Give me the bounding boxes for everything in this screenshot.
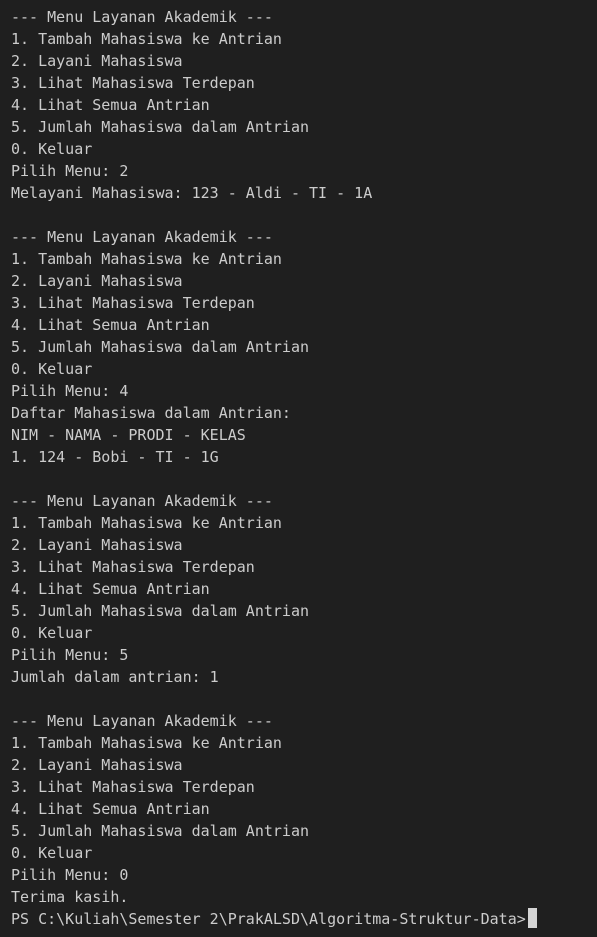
terminal-line: 4. Lihat Semua Antrian xyxy=(11,316,210,334)
cursor-icon xyxy=(527,908,537,928)
terminal-line: 4. Lihat Semua Antrian xyxy=(11,96,210,114)
terminal-line: --- Menu Layanan Akademik --- xyxy=(11,8,273,26)
terminal-line: 0. Keluar xyxy=(11,360,93,378)
terminal-line: 2. Layani Mahasiswa xyxy=(11,52,183,70)
terminal-line: 1. Tambah Mahasiswa ke Antrian xyxy=(11,250,282,268)
terminal-line: Jumlah dalam antrian: 1 xyxy=(11,668,219,686)
terminal-line: 5. Jumlah Mahasiswa dalam Antrian xyxy=(11,118,310,136)
terminal-line: Pilih Menu: 2 xyxy=(11,162,129,180)
terminal-line: Terima kasih. xyxy=(11,888,129,906)
terminal-line: Pilih Menu: 0 xyxy=(11,866,129,884)
terminal-line: Pilih Menu: 5 xyxy=(11,646,129,664)
terminal-line: Daftar Mahasiswa dalam Antrian: xyxy=(11,404,291,422)
terminal-line: 1. 124 - Bobi - TI - 1G xyxy=(11,448,219,466)
prompt-line[interactable]: PS C:\Kuliah\Semester 2\PrakALSD\Algorit… xyxy=(11,908,597,930)
terminal-line: 5. Jumlah Mahasiswa dalam Antrian xyxy=(11,602,310,620)
terminal-line: --- Menu Layanan Akademik --- xyxy=(11,492,273,510)
terminal-lines: --- Menu Layanan Akademik --- 1. Tambah M… xyxy=(11,6,597,908)
terminal-line: 3. Lihat Mahasiswa Terdepan xyxy=(11,74,255,92)
terminal-line: 4. Lihat Semua Antrian xyxy=(11,580,210,598)
terminal-line: 3. Lihat Mahasiswa Terdepan xyxy=(11,778,255,796)
terminal-line: 1. Tambah Mahasiswa ke Antrian xyxy=(11,30,282,48)
terminal-line: 4. Lihat Semua Antrian xyxy=(11,800,210,818)
terminal-line: 1. Tambah Mahasiswa ke Antrian xyxy=(11,514,282,532)
terminal-line: 1. Tambah Mahasiswa ke Antrian xyxy=(11,734,282,752)
terminal-line: 2. Layani Mahasiswa xyxy=(11,756,183,774)
prompt-text: PS C:\Kuliah\Semester 2\PrakALSD\Algorit… xyxy=(11,910,526,928)
terminal-output[interactable]: --- Menu Layanan Akademik --- 1. Tambah M… xyxy=(0,0,597,937)
terminal-line: Melayani Mahasiswa: 123 - Aldi - TI - 1A xyxy=(11,184,373,202)
terminal-line: 2. Layani Mahasiswa xyxy=(11,272,183,290)
terminal-line: 0. Keluar xyxy=(11,844,93,862)
terminal-line: 2. Layani Mahasiswa xyxy=(11,536,183,554)
terminal-line: 5. Jumlah Mahasiswa dalam Antrian xyxy=(11,338,310,356)
terminal-line: --- Menu Layanan Akademik --- xyxy=(11,712,273,730)
terminal-line: Pilih Menu: 4 xyxy=(11,382,129,400)
terminal-line: 3. Lihat Mahasiswa Terdepan xyxy=(11,294,255,312)
terminal-line: 0. Keluar xyxy=(11,624,93,642)
terminal-line: 3. Lihat Mahasiswa Terdepan xyxy=(11,558,255,576)
terminal-line: --- Menu Layanan Akademik --- xyxy=(11,228,273,246)
terminal-line: 5. Jumlah Mahasiswa dalam Antrian xyxy=(11,822,310,840)
terminal-line: NIM - NAMA - PRODI - KELAS xyxy=(11,426,246,444)
terminal-line: 0. Keluar xyxy=(11,140,93,158)
